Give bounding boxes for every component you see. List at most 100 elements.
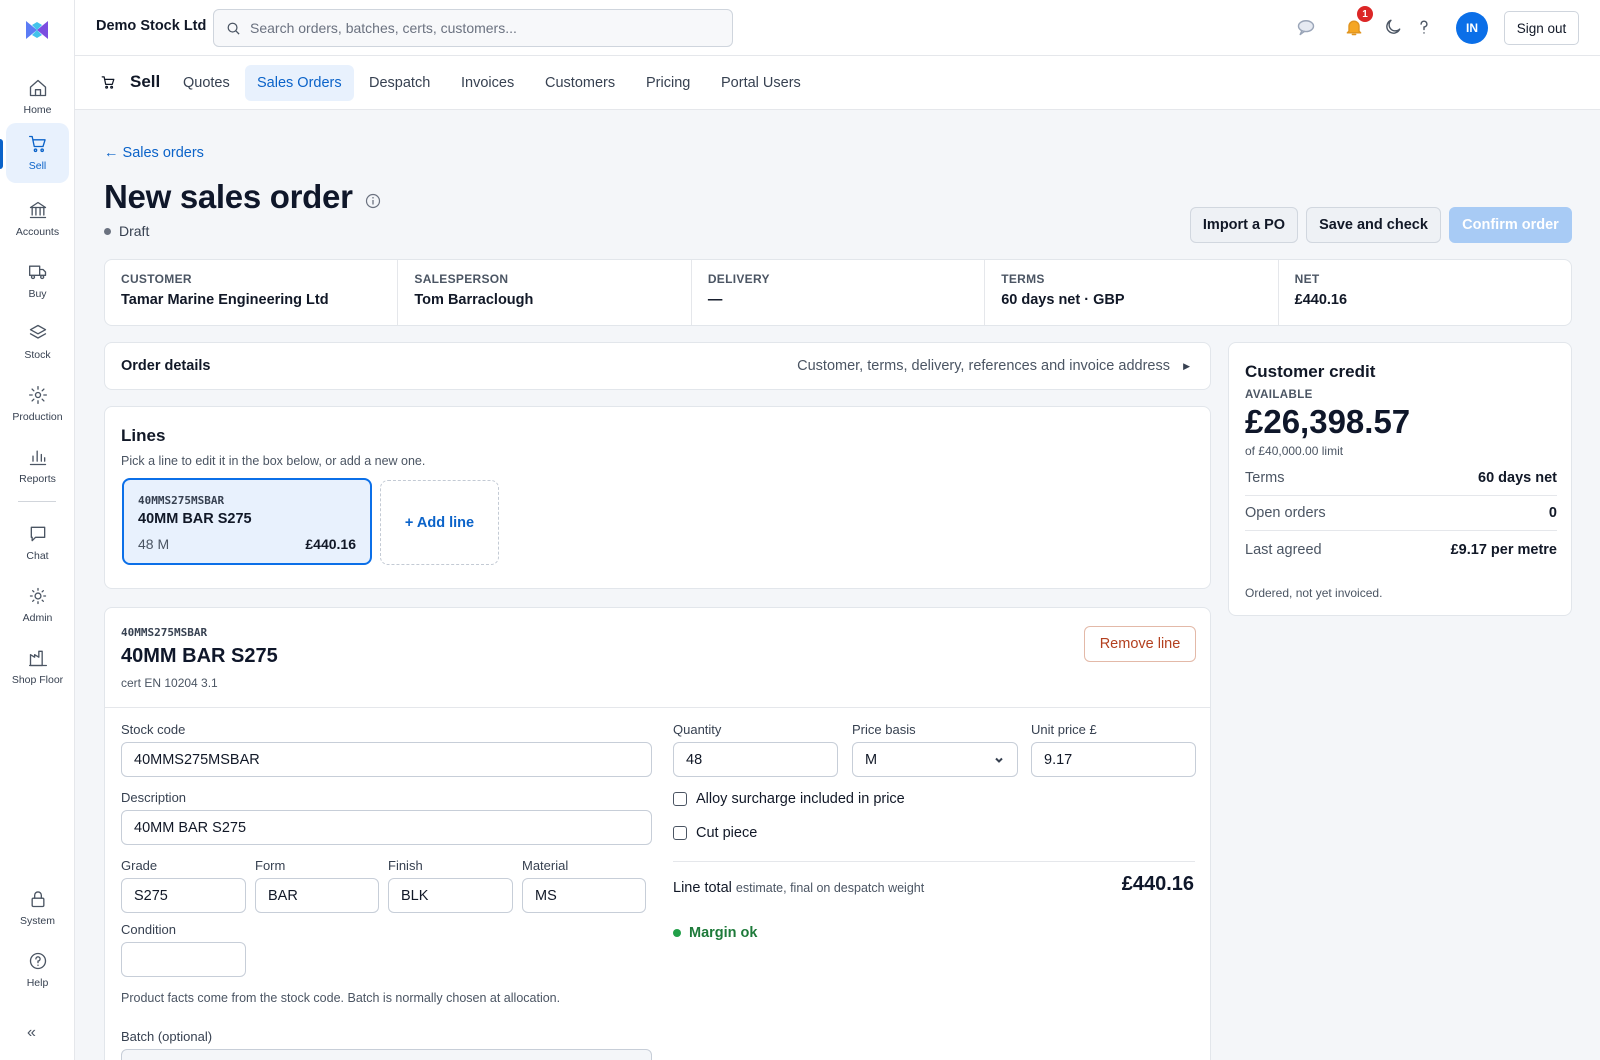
order-summary: CUSTOMER Tamar Marine Engineering Ltd SA…	[104, 259, 1572, 326]
tab-portal-users[interactable]: Portal Users	[709, 65, 813, 101]
sidebar-item-system[interactable]: System	[6, 878, 69, 938]
checkbox-box[interactable]	[673, 826, 687, 840]
sidebar-item-label: Accounts	[15, 226, 60, 238]
lock-icon	[31, 891, 44, 908]
global-search[interactable]	[213, 9, 733, 47]
credit-row-value: 0	[1548, 505, 1557, 521]
home-icon	[29, 79, 46, 97]
help-button[interactable]	[1413, 16, 1435, 38]
chat-bubble-icon	[1297, 20, 1315, 36]
lines-subtitle: Pick a line to edit it in the box below,…	[121, 454, 426, 468]
cart-icon	[101, 76, 115, 89]
credit-row-label: Last agreed	[1245, 541, 1322, 558]
editor-stock-code: 40MMS275MSBAR	[121, 626, 208, 639]
import-po-button[interactable]: Import a PO	[1190, 207, 1298, 243]
stock-code-field[interactable]: 40MMS275MSBAR	[121, 742, 652, 777]
line-item-card[interactable]: 40MMS275MSBAR 40MM BAR S275 48 M £440.16	[122, 478, 372, 565]
collapse-sidebar-button[interactable]: «	[27, 1024, 36, 1042]
editor-line-name: 40MM BAR S275	[121, 645, 278, 667]
summary-delivery: DELIVERY —	[692, 260, 986, 325]
chat-icon	[30, 526, 45, 542]
sidebar-item-buy[interactable]: Buy	[6, 251, 69, 311]
factory-icon	[28, 650, 47, 667]
condition-label: Condition	[121, 922, 176, 937]
quantity-field[interactable]: 48	[673, 742, 838, 777]
price-basis-value: M	[865, 751, 878, 768]
theme-toggle[interactable]	[1382, 16, 1404, 38]
confirm-order-button[interactable]: Confirm order	[1449, 207, 1572, 243]
lines-title: Lines	[121, 426, 166, 445]
tab-invoices[interactable]: Invoices	[449, 65, 526, 101]
credit-available-label: AVAILABLE	[1245, 389, 1313, 401]
sidebar-item-home[interactable]: Home	[6, 67, 69, 127]
remove-line-button[interactable]: Remove line	[1084, 626, 1196, 662]
sidebar-item-chat[interactable]: Chat	[6, 513, 69, 573]
tab-pricing[interactable]: Pricing	[634, 65, 702, 101]
credit-title: Customer credit	[1245, 362, 1376, 381]
user-avatar[interactable]: IN	[1456, 12, 1488, 44]
cut-piece-checkbox[interactable]: Cut piece	[673, 825, 757, 841]
order-details-toggle[interactable]: Order details Customer, terms, delivery,…	[104, 342, 1211, 390]
chat-bubble-button[interactable]	[1295, 16, 1317, 38]
material-field[interactable]: MS	[522, 878, 646, 913]
add-line-button[interactable]: + Add line	[380, 480, 499, 565]
alloy-surcharge-checkbox[interactable]: Alloy surcharge included in price	[673, 791, 905, 807]
line-total-label: Line total estimate, final on despatch w…	[673, 880, 924, 896]
material-label: Material	[522, 858, 569, 873]
sidebar-item-stock[interactable]: Stock	[6, 312, 69, 372]
top-bar: Demo Stock Ltd 1 IN Sign out	[75, 0, 1600, 56]
sidebar-item-label: Shop Floor	[11, 674, 64, 686]
save-and-check-button[interactable]: Save and check	[1306, 207, 1441, 243]
company-name: Demo Stock Ltd	[96, 18, 207, 34]
sidebar-item-sell[interactable]: Sell	[6, 123, 69, 183]
tab-quotes[interactable]: Quotes	[171, 65, 242, 101]
description-field[interactable]: 40MM BAR S275	[121, 810, 652, 845]
tab-customers[interactable]: Customers	[533, 65, 627, 101]
sidebar-item-reports[interactable]: Reports	[6, 436, 69, 496]
app-logo[interactable]	[24, 18, 50, 42]
credit-limit: of £40,000.00 limit	[1245, 444, 1344, 458]
price-basis-select[interactable]: M	[852, 742, 1018, 777]
sidebar-item-label: Home	[23, 104, 52, 116]
line-amount: £440.16	[305, 536, 356, 552]
credit-note: Ordered, not yet invoiced.	[1245, 586, 1383, 600]
sidebar-item-admin[interactable]: Admin	[6, 575, 69, 635]
unit-price-field[interactable]: 9.17	[1031, 742, 1196, 777]
checkbox-box[interactable]	[673, 792, 687, 806]
grade-label: Grade	[121, 858, 158, 873]
batch-field[interactable]	[121, 1049, 652, 1060]
tab-sales-orders[interactable]: Sales Orders	[245, 65, 354, 101]
search-input[interactable]	[250, 20, 710, 36]
finish-field[interactable]: BLK	[388, 878, 513, 913]
credit-row-label: Open orders	[1245, 505, 1326, 521]
summary-label: CUSTOMER	[121, 272, 192, 286]
description-label: Description	[121, 790, 187, 805]
back-link[interactable]: ← Sales orders	[104, 145, 204, 161]
page-title: New sales order	[104, 178, 353, 215]
unit-price-label: Unit price £	[1031, 722, 1097, 737]
line-quantity: 48 M	[138, 536, 170, 552]
sidebar-item-accounts[interactable]: Accounts	[6, 189, 69, 249]
sidebar-item-label: Sell	[28, 160, 47, 172]
bar-chart-icon	[29, 450, 46, 466]
sidebar-item-help[interactable]: Help	[6, 940, 69, 1000]
line-total-note: estimate, final on despatch weight	[735, 881, 925, 895]
sign-out-button[interactable]: Sign out	[1504, 11, 1579, 45]
form-field[interactable]: BAR	[255, 878, 379, 913]
summary-net: NET £440.16	[1279, 260, 1571, 325]
tab-despatch[interactable]: Despatch	[357, 65, 442, 101]
cart-icon	[28, 135, 46, 153]
sidebar-item-label: Production	[12, 411, 63, 423]
expand-arrow-icon: ▶	[1183, 361, 1190, 371]
margin-status: Margin ok	[673, 925, 757, 941]
sidebar-item-shop-floor[interactable]: Shop Floor	[6, 637, 69, 697]
layers-icon	[29, 324, 46, 339]
editor-divider	[105, 707, 1210, 708]
sidebar-item-label: Buy	[28, 288, 47, 300]
credit-row-value: £9.17 per metre	[1450, 541, 1557, 558]
info-icon[interactable]	[365, 193, 381, 209]
condition-field[interactable]	[121, 942, 246, 977]
sidebar-item-label: Chat	[26, 550, 49, 562]
grade-field[interactable]: S275	[121, 878, 246, 913]
sidebar-item-production[interactable]: Production	[6, 374, 69, 434]
